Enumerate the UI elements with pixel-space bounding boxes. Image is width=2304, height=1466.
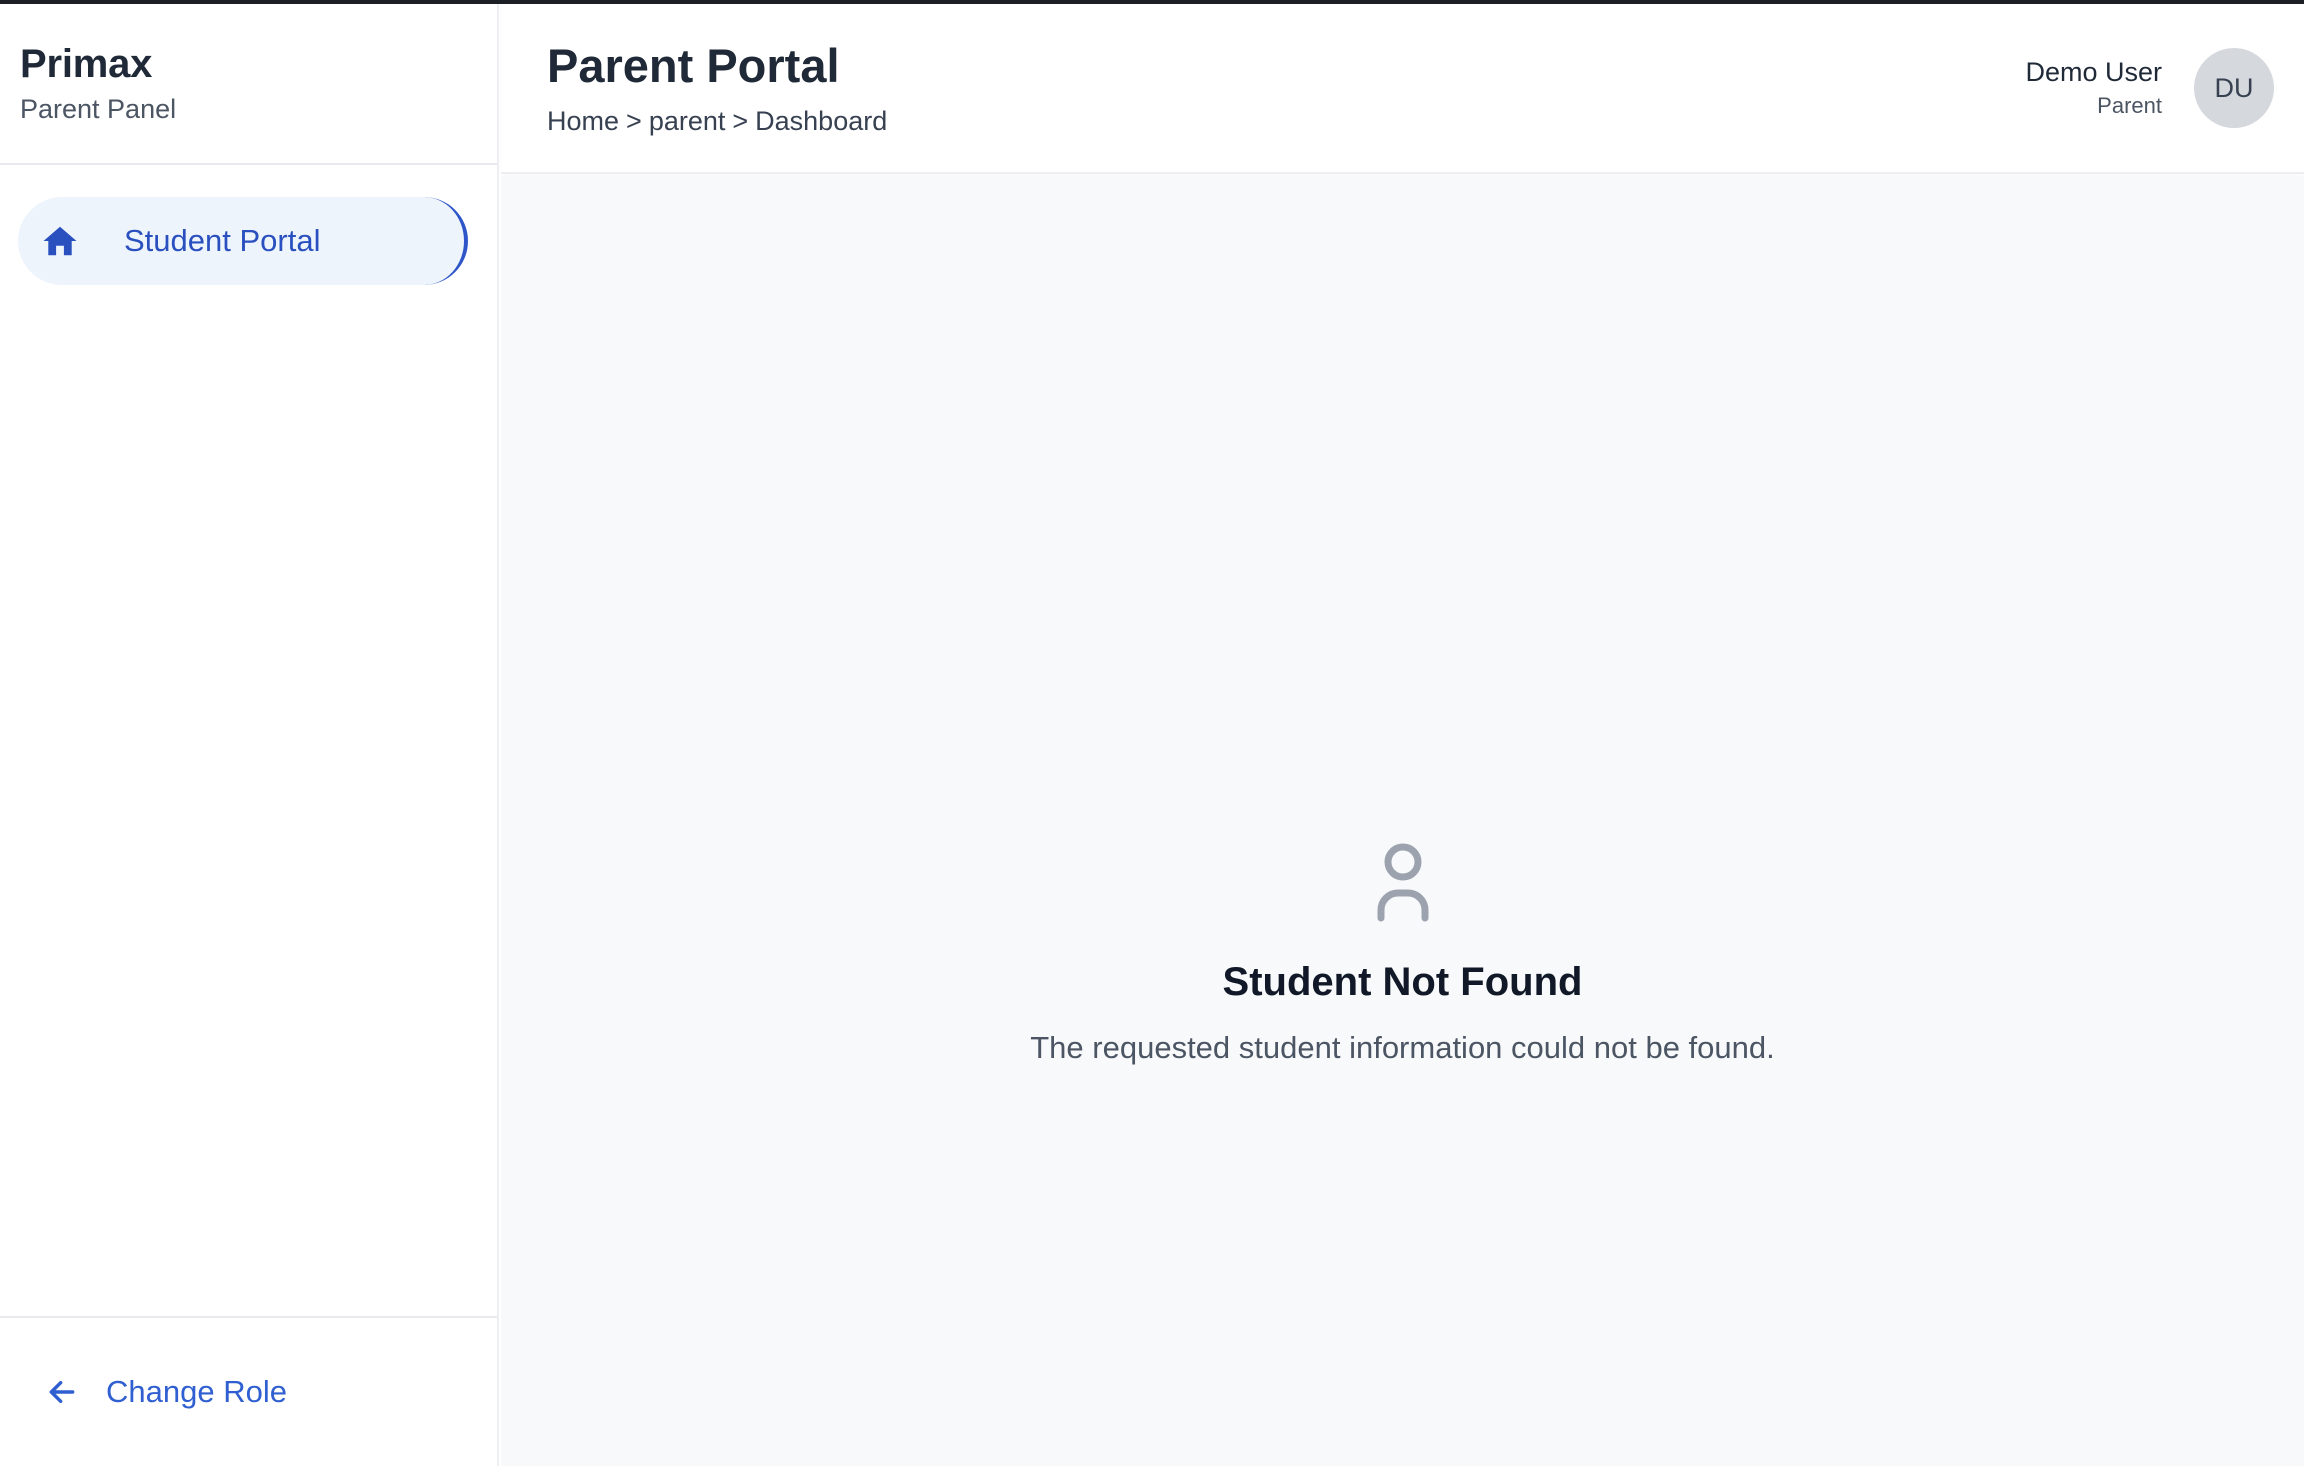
breadcrumb-parent[interactable]: parent — [649, 104, 726, 138]
arrow-left-icon — [42, 1372, 82, 1412]
breadcrumb-current: Dashboard — [755, 106, 888, 136]
home-icon — [40, 221, 80, 261]
breadcrumb: Home > parent > Dashboard — [547, 104, 887, 138]
top-header: Parent Portal Home > parent > Dashboard … — [501, 4, 2304, 174]
sidebar-item-label: Student Portal — [124, 223, 321, 258]
page-title: Parent Portal — [547, 39, 840, 92]
user-name: Demo User — [2025, 57, 2162, 87]
sidebar: Primax Parent Panel Student Portal Chang… — [0, 4, 499, 1466]
avatar[interactable]: DU — [2194, 48, 2274, 128]
empty-state: Student Not Found The requested student … — [501, 834, 2304, 1068]
breadcrumb-home[interactable]: Home — [547, 104, 619, 138]
change-role-label: Change Role — [106, 1374, 287, 1409]
sidebar-item-student-portal[interactable]: Student Portal — [18, 197, 468, 285]
brand-title: Primax — [20, 42, 153, 86]
empty-state-message: The requested student information could … — [1030, 1030, 1775, 1065]
empty-state-title: Student Not Found — [1222, 960, 1583, 1004]
brand-subtitle: Parent Panel — [20, 94, 177, 124]
breadcrumb-separator: > — [732, 106, 749, 136]
sidebar-brand: Primax Parent Panel — [0, 4, 497, 165]
user-role: Parent — [2097, 93, 2162, 118]
main-content: Student Not Found The requested student … — [501, 176, 2304, 1466]
user-info: Demo User Parent — [2025, 55, 2162, 121]
sidebar-nav: Student Portal — [0, 165, 497, 285]
change-role-button[interactable]: Change Role — [0, 1316, 497, 1466]
user-icon — [1377, 843, 1428, 922]
breadcrumb-separator: > — [626, 106, 642, 136]
user-menu[interactable]: Demo User Parent DU — [2025, 48, 2274, 128]
